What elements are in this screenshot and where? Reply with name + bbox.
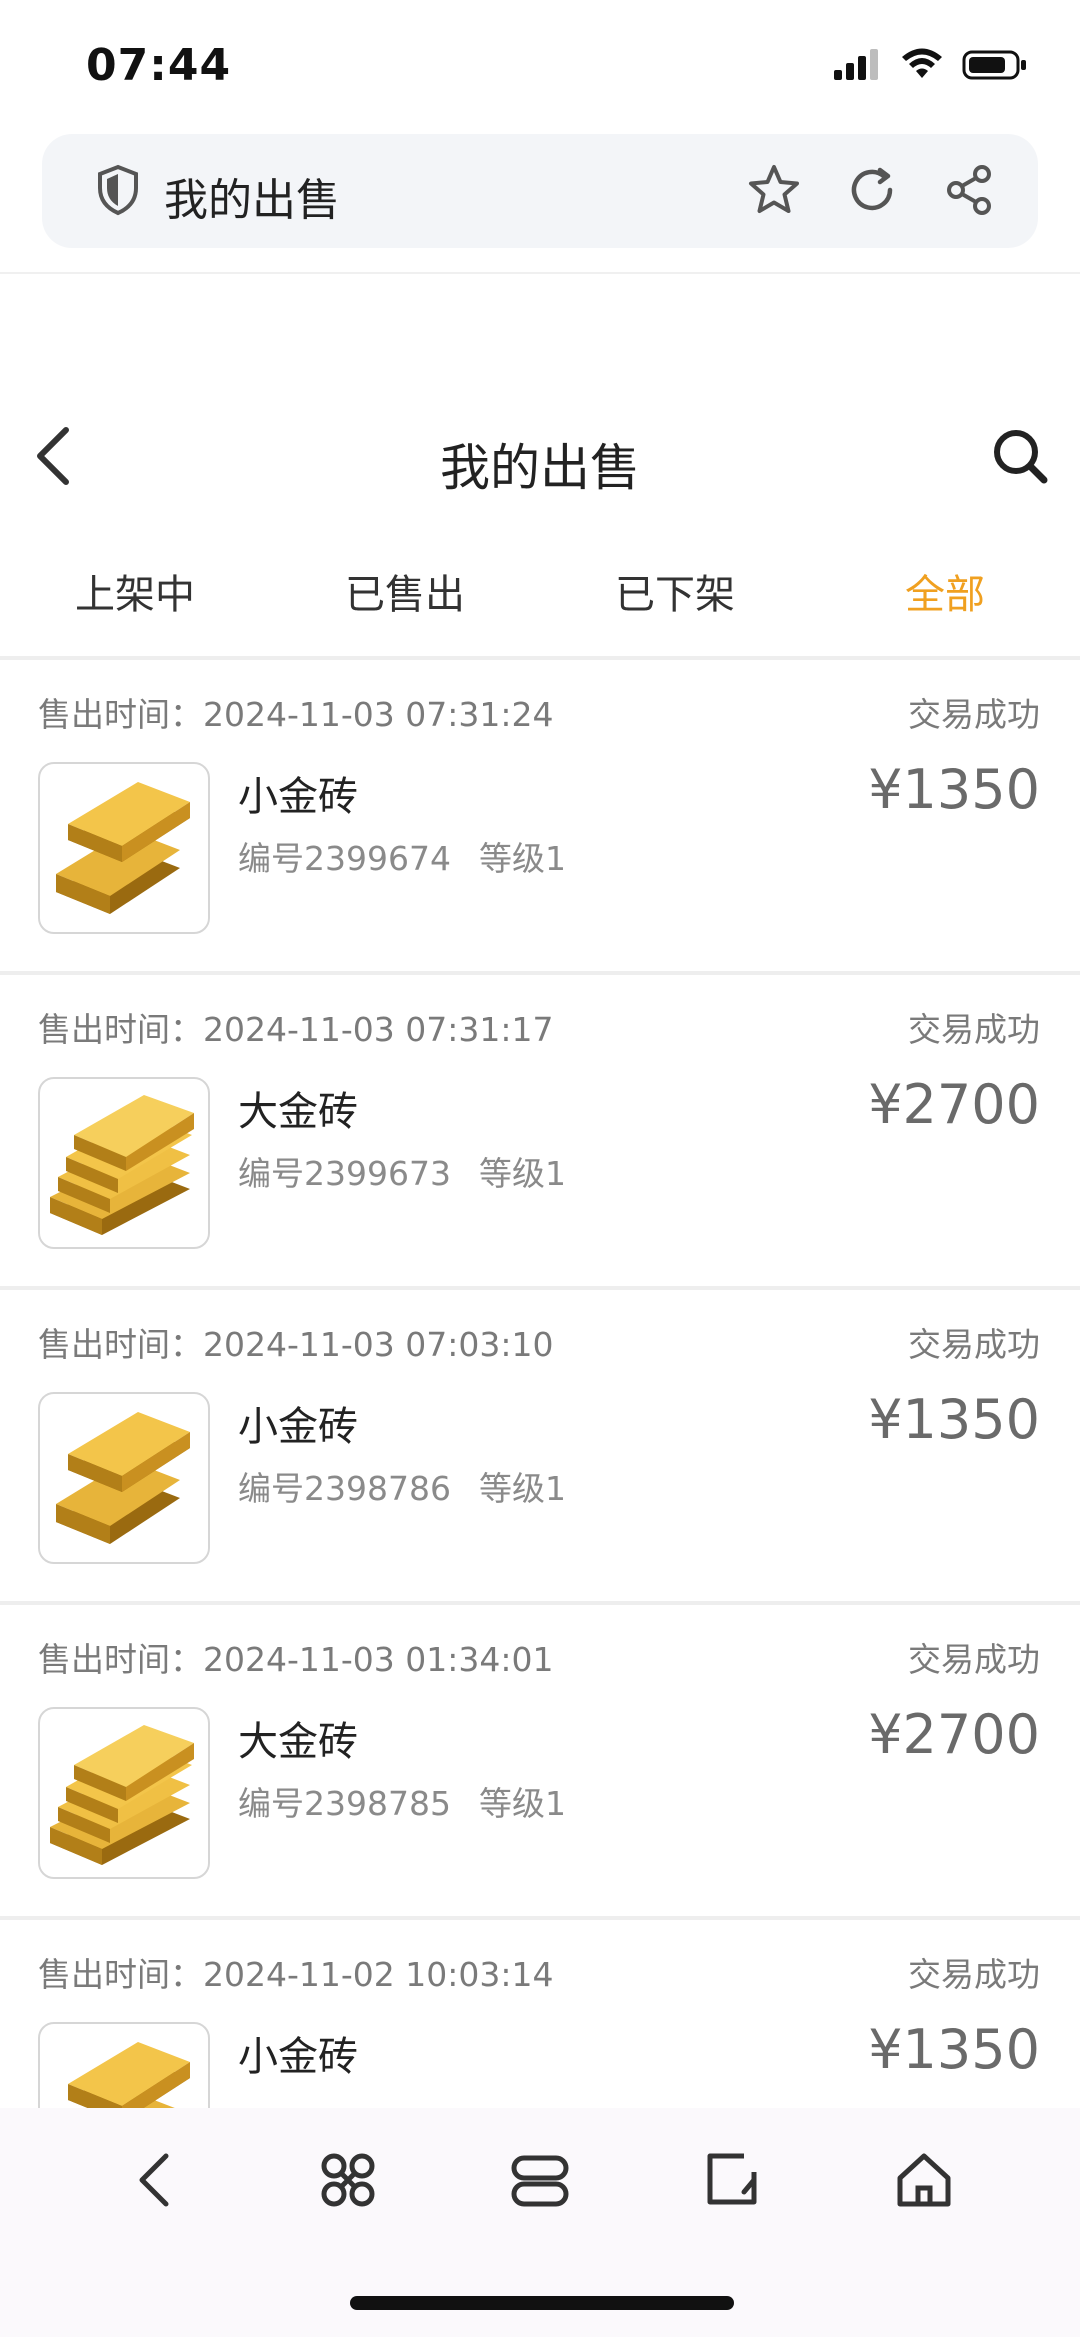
item-meta: 编号2399674 等级1 — [238, 832, 566, 880]
item-thumbnail — [38, 1707, 210, 1879]
share-icon[interactable] — [942, 162, 998, 218]
refresh-icon[interactable] — [844, 162, 900, 218]
gold-bar-icon — [56, 782, 190, 914]
order-item[interactable]: 售出时间：2024-11-03 07:31:17 交易成功 大金砖 编号2399… — [0, 975, 1080, 1290]
home-indicator[interactable] — [350, 2296, 734, 2310]
battery-icon — [962, 50, 1026, 80]
order-time: 售出时间：2024-11-03 07:03:10 — [38, 1325, 554, 1364]
item-name: 大金砖 — [238, 1719, 358, 1765]
order-item[interactable]: 售出时间：2024-11-03 07:31:24 交易成功 小金砖 编号2399… — [0, 660, 1080, 975]
page-header: 我的出售 — [0, 400, 1080, 520]
item-price: ¥1350 — [868, 2018, 1040, 2081]
item-level: 等级1 — [478, 839, 566, 878]
order-status: 交易成功 — [908, 695, 1040, 734]
status-icons — [832, 48, 1028, 82]
edit-icon[interactable] — [700, 2148, 764, 2212]
status-time: 07:44 — [86, 40, 232, 91]
item-name: 大金砖 — [238, 1089, 358, 1135]
item-name: 小金砖 — [238, 1404, 358, 1450]
tab-bar: 上架中 已售出 已下架 全部 — [0, 560, 1080, 660]
order-status: 交易成功 — [908, 1955, 1040, 1994]
order-status: 交易成功 — [908, 1640, 1040, 1679]
order-time: 售出时间：2024-11-03 01:34:01 — [38, 1640, 554, 1679]
item-meta: 编号2398786 等级1 — [238, 1462, 566, 1510]
item-level: 等级1 — [478, 1469, 566, 1508]
item-id: 编号2398785 — [238, 1784, 451, 1823]
tab-sold[interactable]: 已售出 — [270, 560, 540, 660]
gold-bar-stack-icon — [50, 1095, 194, 1235]
search-icon — [994, 430, 1048, 484]
order-status: 交易成功 — [908, 1010, 1040, 1049]
star-icon[interactable] — [746, 162, 802, 218]
browser-divider — [0, 272, 1080, 274]
item-price: ¥1350 — [868, 758, 1040, 821]
item-meta: 编号2398785 等级1 — [238, 1777, 566, 1825]
home-icon[interactable] — [892, 2148, 956, 2212]
url-actions — [746, 162, 998, 218]
item-id: 编号2399673 — [238, 1154, 451, 1193]
order-status: 交易成功 — [908, 1325, 1040, 1364]
gold-bar-icon — [56, 1412, 190, 1544]
order-time: 售出时间：2024-11-02 10:03:14 — [38, 1955, 554, 1994]
search-button[interactable] — [990, 426, 1050, 490]
page-title: 我的出售 — [440, 439, 640, 497]
item-thumbnail — [38, 762, 210, 934]
tab-all[interactable]: 全部 — [810, 560, 1080, 660]
wifi-icon — [902, 48, 942, 78]
item-thumbnail — [38, 1392, 210, 1564]
item-level: 等级1 — [478, 1154, 566, 1193]
signal-icon — [834, 49, 878, 80]
order-time: 售出时间：2024-11-03 07:31:17 — [38, 1010, 554, 1049]
item-price: ¥2700 — [868, 1703, 1040, 1766]
item-id: 编号2398786 — [238, 1469, 451, 1508]
browser-url-bar[interactable]: 我的出售 — [42, 134, 1038, 248]
tab-on-sale[interactable]: 上架中 — [0, 560, 270, 660]
item-id: 编号2399674 — [238, 839, 451, 878]
tab-delisted[interactable]: 已下架 — [540, 560, 810, 660]
item-name: 小金砖 — [238, 774, 358, 820]
order-time: 售出时间：2024-11-03 07:31:24 — [38, 695, 554, 734]
order-item[interactable]: 售出时间：2024-11-03 01:34:01 交易成功 大金砖 编号2398… — [0, 1605, 1080, 1920]
command-icon[interactable] — [316, 2148, 380, 2212]
item-name: 小金砖 — [238, 2034, 358, 2080]
order-item[interactable]: 售出时间：2024-11-03 07:03:10 交易成功 小金砖 编号2398… — [0, 1290, 1080, 1605]
order-list: 售出时间：2024-11-03 07:31:24 交易成功 小金砖 编号2399… — [0, 660, 1080, 2235]
item-price: ¥1350 — [868, 1388, 1040, 1451]
toolbar-icons — [0, 2148, 1080, 2212]
item-level: 等级1 — [478, 1784, 566, 1823]
back-icon[interactable] — [124, 2148, 188, 2212]
item-meta: 编号2399673 等级1 — [238, 1147, 566, 1195]
gold-bar-stack-icon — [50, 1725, 194, 1865]
status-bar: 07:44 — [0, 0, 1080, 130]
url-title: 我的出售 — [164, 175, 340, 226]
item-price: ¥2700 — [868, 1073, 1040, 1136]
tabs-icon[interactable] — [508, 2148, 572, 2212]
item-thumbnail — [38, 1077, 210, 1249]
shield-icon — [96, 164, 140, 220]
